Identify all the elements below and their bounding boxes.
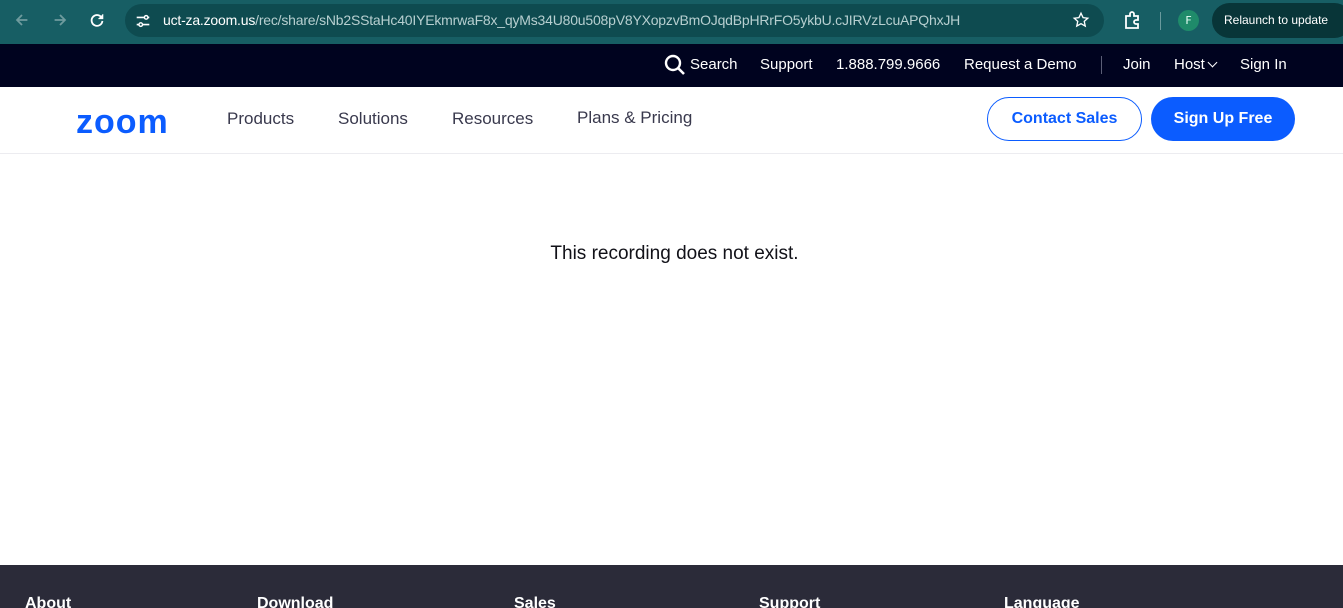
url-text: uct-za.zoom.us/rec/share/sNb2SStaHc40IYE… xyxy=(163,12,960,28)
footer-heading-sales: Sales xyxy=(514,595,556,608)
search-icon[interactable] xyxy=(664,54,686,76)
error-message: This recording does not exist. xyxy=(550,243,799,264)
footer-heading-language: Language xyxy=(1004,595,1080,608)
zoom-logo[interactable]: zoom xyxy=(76,103,169,142)
sign-in-link[interactable]: Sign In xyxy=(1240,56,1287,73)
host-label: Host xyxy=(1174,56,1205,73)
contact-sales-button[interactable]: Contact Sales xyxy=(987,97,1142,141)
bookmark-star-icon[interactable] xyxy=(1072,11,1090,29)
support-link[interactable]: Support xyxy=(760,56,813,73)
arrow-left-icon xyxy=(15,14,28,26)
nav-resources[interactable]: Resources xyxy=(452,109,533,129)
profile-avatar[interactable]: F xyxy=(1178,10,1199,31)
site-settings-icon[interactable] xyxy=(134,12,152,30)
footer: About Download Sales Support Language xyxy=(0,565,1343,608)
forward-button[interactable] xyxy=(47,7,73,33)
chevron-down-icon xyxy=(1207,57,1218,68)
toolbar-divider xyxy=(1160,12,1161,30)
arrow-right-icon xyxy=(54,14,67,26)
browser-toolbar: uct-za.zoom.us/rec/share/sNb2SStaHc40IYE… xyxy=(0,0,1343,44)
footer-heading-download: Download xyxy=(257,595,334,608)
utility-bar: Search Support 1.888.799.9666 Request a … xyxy=(0,44,1343,87)
phone-link[interactable]: 1.888.799.9666 xyxy=(836,56,940,73)
footer-heading-support: Support xyxy=(759,595,821,608)
address-bar[interactable]: uct-za.zoom.us/rec/share/sNb2SStaHc40IYE… xyxy=(125,4,1104,37)
nav-solutions[interactable]: Solutions xyxy=(338,109,408,129)
back-button[interactable] xyxy=(9,7,35,33)
extensions-icon[interactable] xyxy=(1122,9,1144,31)
request-demo-link[interactable]: Request a Demo xyxy=(964,56,1077,73)
sign-up-free-button[interactable]: Sign Up Free xyxy=(1151,97,1295,141)
join-link[interactable]: Join xyxy=(1123,56,1151,73)
footer-heading-about: About xyxy=(25,595,72,608)
nav-plans-pricing[interactable]: Plans & Pricing xyxy=(577,108,692,128)
relaunch-button[interactable]: Relaunch to update xyxy=(1212,3,1343,38)
nav-products[interactable]: Products xyxy=(227,109,294,129)
search-link[interactable]: Search xyxy=(690,56,738,73)
reload-icon xyxy=(90,14,104,27)
utility-divider xyxy=(1101,56,1102,74)
host-menu[interactable]: Host xyxy=(1174,56,1218,73)
reload-button[interactable] xyxy=(84,7,110,33)
url-host: uct-za.zoom.us xyxy=(163,12,256,28)
main-nav: zoom Products Solutions Resources Plans … xyxy=(0,87,1343,154)
url-path: /rec/share/sNb2SStaHc40IYEkmrwaF8x_qyMs3… xyxy=(255,12,961,28)
